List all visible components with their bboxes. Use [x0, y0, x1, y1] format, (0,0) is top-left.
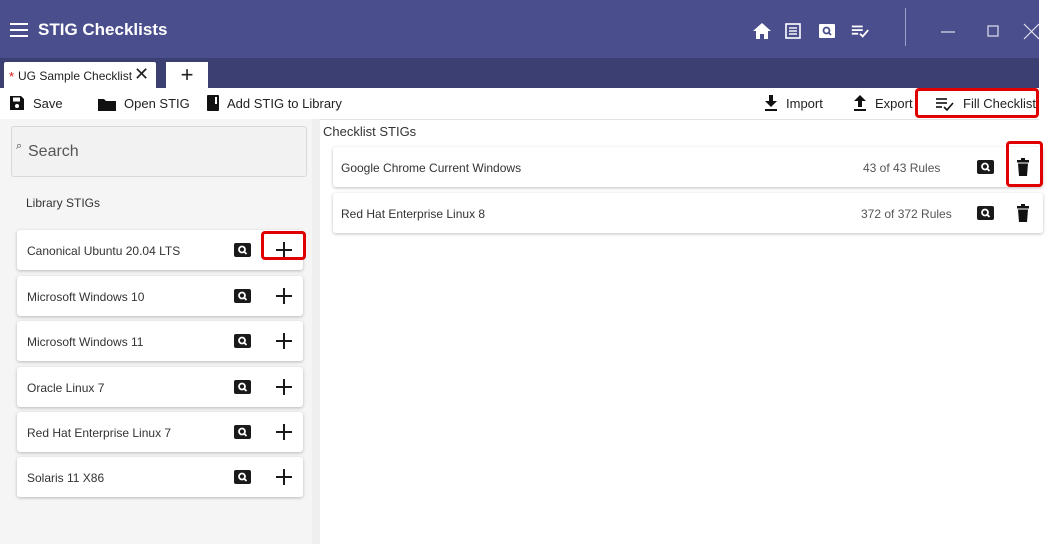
preview-icon[interactable]: [977, 206, 994, 220]
library-item[interactable]: Microsoft Windows 10: [17, 276, 303, 316]
delete-icon[interactable]: [1017, 204, 1029, 222]
library-section-title: Library STIGs: [26, 196, 101, 210]
save-label: Save: [33, 96, 63, 111]
search-icon: ⌕: [16, 140, 23, 152]
rules-count: 43 of 43 Rules: [863, 161, 941, 175]
library-item-name: Microsoft Windows 10: [27, 290, 145, 304]
toolbar: Save Open STIG Add STIG to Library Impor…: [0, 88, 1039, 120]
search-input[interactable]: ⌕ Search: [11, 126, 307, 177]
book-icon: [207, 95, 219, 111]
add-stig-to-library-button[interactable]: Add STIG to Library: [207, 95, 342, 113]
unsaved-indicator: *: [9, 69, 15, 84]
library-item-name: Oracle Linux 7: [27, 381, 105, 395]
preview-icon[interactable]: [234, 380, 251, 394]
add-stig-icon[interactable]: [276, 379, 292, 395]
checklist-item-name: Google Chrome Current Windows: [341, 161, 522, 175]
checklist-item[interactable]: Google Chrome Current Windows 43 of 43 R…: [333, 147, 1043, 187]
library-item[interactable]: Microsoft Windows 11: [17, 321, 303, 361]
library-item-name: Canonical Ubuntu 20.04 LTS: [27, 244, 181, 258]
fill-checklist-highlight: [915, 88, 1039, 118]
tab-ug-sample-checklist[interactable]: * UG Sample Checklist ✕: [4, 62, 156, 88]
home-icon[interactable]: [752, 22, 772, 40]
minimize-icon[interactable]: [938, 22, 958, 40]
export-icon: [854, 95, 866, 111]
export-label: Export: [875, 96, 913, 111]
library-item-name: Red Hat Enterprise Linux 7: [27, 426, 172, 440]
hamburger-icon[interactable]: [10, 23, 28, 37]
library-item[interactable]: Oracle Linux 7: [17, 367, 303, 407]
preview-icon[interactable]: [234, 470, 251, 484]
title-bar: STIG Checklists: [0, 0, 1039, 58]
list-icon[interactable]: [783, 22, 803, 40]
save-icon: [10, 96, 24, 110]
rules-count: 372 of 372 Rules: [861, 207, 952, 221]
tab-label: UG Sample Checklist: [18, 69, 133, 83]
open-stig-label: Open STIG: [124, 96, 190, 111]
library-item-name: Microsoft Windows 11: [27, 335, 144, 349]
close-icon[interactable]: [1022, 22, 1039, 40]
preview-icon[interactable]: [234, 425, 251, 439]
preview-icon[interactable]: [817, 22, 837, 40]
tab-close-icon[interactable]: ✕: [134, 64, 149, 85]
checklist-item-name: Red Hat Enterprise Linux 8: [341, 207, 486, 221]
folder-icon: [98, 99, 116, 111]
search-placeholder: Search: [28, 143, 79, 160]
open-stig-button[interactable]: Open STIG: [98, 95, 190, 113]
save-button[interactable]: Save: [9, 95, 63, 113]
preview-icon[interactable]: [234, 243, 251, 257]
checklist-section-title: Checklist STIGs: [323, 124, 417, 139]
preview-icon[interactable]: [977, 160, 994, 174]
library-item[interactable]: Red Hat Enterprise Linux 7: [17, 412, 303, 452]
add-tab-button[interactable]: +: [166, 62, 208, 88]
checklist-item[interactable]: Red Hat Enterprise Linux 8 372 of 372 Ru…: [333, 193, 1043, 233]
delete-highlight: [1006, 141, 1043, 187]
pane-divider[interactable]: [312, 119, 320, 544]
preview-icon[interactable]: [234, 334, 251, 348]
tab-strip: * UG Sample Checklist ✕ +: [0, 58, 1039, 88]
import-icon: [765, 95, 777, 111]
add-stig-icon[interactable]: [276, 469, 292, 485]
playlist-check-icon[interactable]: [850, 22, 870, 40]
import-label: Import: [786, 96, 823, 111]
library-pane: ⌕ Search Library STIGs Canonical Ubuntu …: [0, 119, 312, 544]
titlebar-separator: [905, 8, 906, 46]
export-button[interactable]: Export: [853, 95, 913, 113]
import-button[interactable]: Import: [764, 95, 823, 113]
app-title: STIG Checklists: [38, 20, 168, 39]
add-stig-icon[interactable]: [276, 424, 292, 440]
maximize-icon[interactable]: [983, 22, 1003, 40]
add-stig-highlight: [261, 231, 306, 260]
add-stig-icon[interactable]: [276, 333, 292, 349]
library-item[interactable]: Solaris 11 X86: [17, 457, 303, 497]
library-item-name: Solaris 11 X86: [27, 471, 105, 485]
preview-icon[interactable]: [234, 289, 251, 303]
add-stig-label: Add STIG to Library: [227, 96, 342, 111]
add-stig-icon[interactable]: [276, 288, 292, 304]
